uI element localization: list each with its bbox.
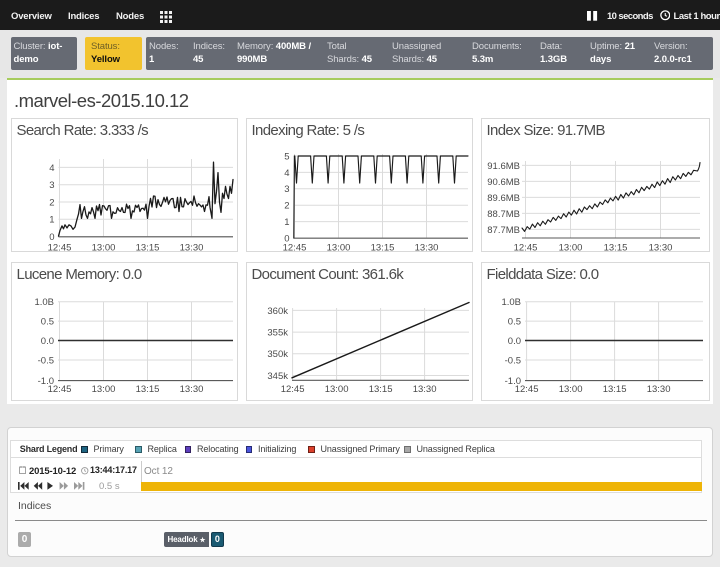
svg-text:13:00: 13:00: [559, 243, 583, 254]
svg-text:0.0: 0.0: [41, 336, 54, 347]
svg-text:3: 3: [49, 180, 54, 191]
svg-text:12:45: 12:45: [281, 384, 305, 395]
svg-text:13:15: 13:15: [604, 243, 628, 254]
svg-text:87.7MB: 87.7MB: [487, 225, 520, 236]
svg-text:1: 1: [284, 217, 289, 228]
svg-text:3: 3: [284, 184, 289, 195]
svg-text:1.0B: 1.0B: [34, 297, 54, 308]
svg-text:360k: 360k: [267, 306, 288, 317]
svg-text:13:00: 13:00: [327, 243, 351, 254]
svg-text:13:15: 13:15: [369, 384, 393, 395]
svg-text:12:45: 12:45: [514, 243, 538, 254]
svg-text:88.7MB: 88.7MB: [487, 209, 520, 220]
svg-text:13:15: 13:15: [371, 243, 395, 254]
svg-text:4: 4: [49, 163, 54, 174]
svg-text:-0.5: -0.5: [505, 355, 521, 366]
svg-text:5: 5: [284, 151, 289, 162]
svg-text:90.6MB: 90.6MB: [487, 177, 520, 188]
svg-text:13:30: 13:30: [413, 384, 437, 395]
svg-text:12:45: 12:45: [48, 384, 72, 395]
svg-text:13:30: 13:30: [180, 384, 204, 395]
svg-text:13:15: 13:15: [136, 384, 160, 395]
svg-text:13:30: 13:30: [415, 243, 439, 254]
svg-text:1.0B: 1.0B: [501, 297, 521, 308]
svg-text:2: 2: [49, 197, 54, 208]
svg-text:0.5: 0.5: [508, 317, 521, 328]
svg-text:12:45: 12:45: [283, 243, 307, 254]
svg-text:12:45: 12:45: [48, 243, 72, 254]
svg-text:2: 2: [284, 201, 289, 212]
svg-text:345k: 345k: [267, 371, 288, 382]
svg-text:13:30: 13:30: [180, 243, 204, 254]
svg-text:350k: 350k: [267, 349, 288, 360]
svg-text:13:00: 13:00: [92, 384, 116, 395]
svg-text:0: 0: [49, 232, 54, 243]
svg-text:91.6MB: 91.6MB: [487, 161, 520, 172]
svg-text:0.0: 0.0: [508, 336, 521, 347]
svg-text:13:30: 13:30: [649, 243, 673, 254]
svg-text:13:30: 13:30: [647, 384, 671, 395]
svg-text:0.5: 0.5: [41, 317, 54, 328]
svg-text:355k: 355k: [267, 328, 288, 339]
svg-text:1: 1: [49, 215, 54, 226]
svg-text:13:00: 13:00: [92, 243, 116, 254]
svg-text:13:15: 13:15: [603, 384, 627, 395]
svg-text:89.6MB: 89.6MB: [487, 193, 520, 204]
svg-text:13:00: 13:00: [559, 384, 583, 395]
svg-text:-0.5: -0.5: [38, 355, 54, 366]
svg-text:12:45: 12:45: [515, 384, 539, 395]
svg-text:13:15: 13:15: [136, 243, 160, 254]
svg-text:13:00: 13:00: [325, 384, 349, 395]
svg-text:4: 4: [284, 168, 289, 179]
